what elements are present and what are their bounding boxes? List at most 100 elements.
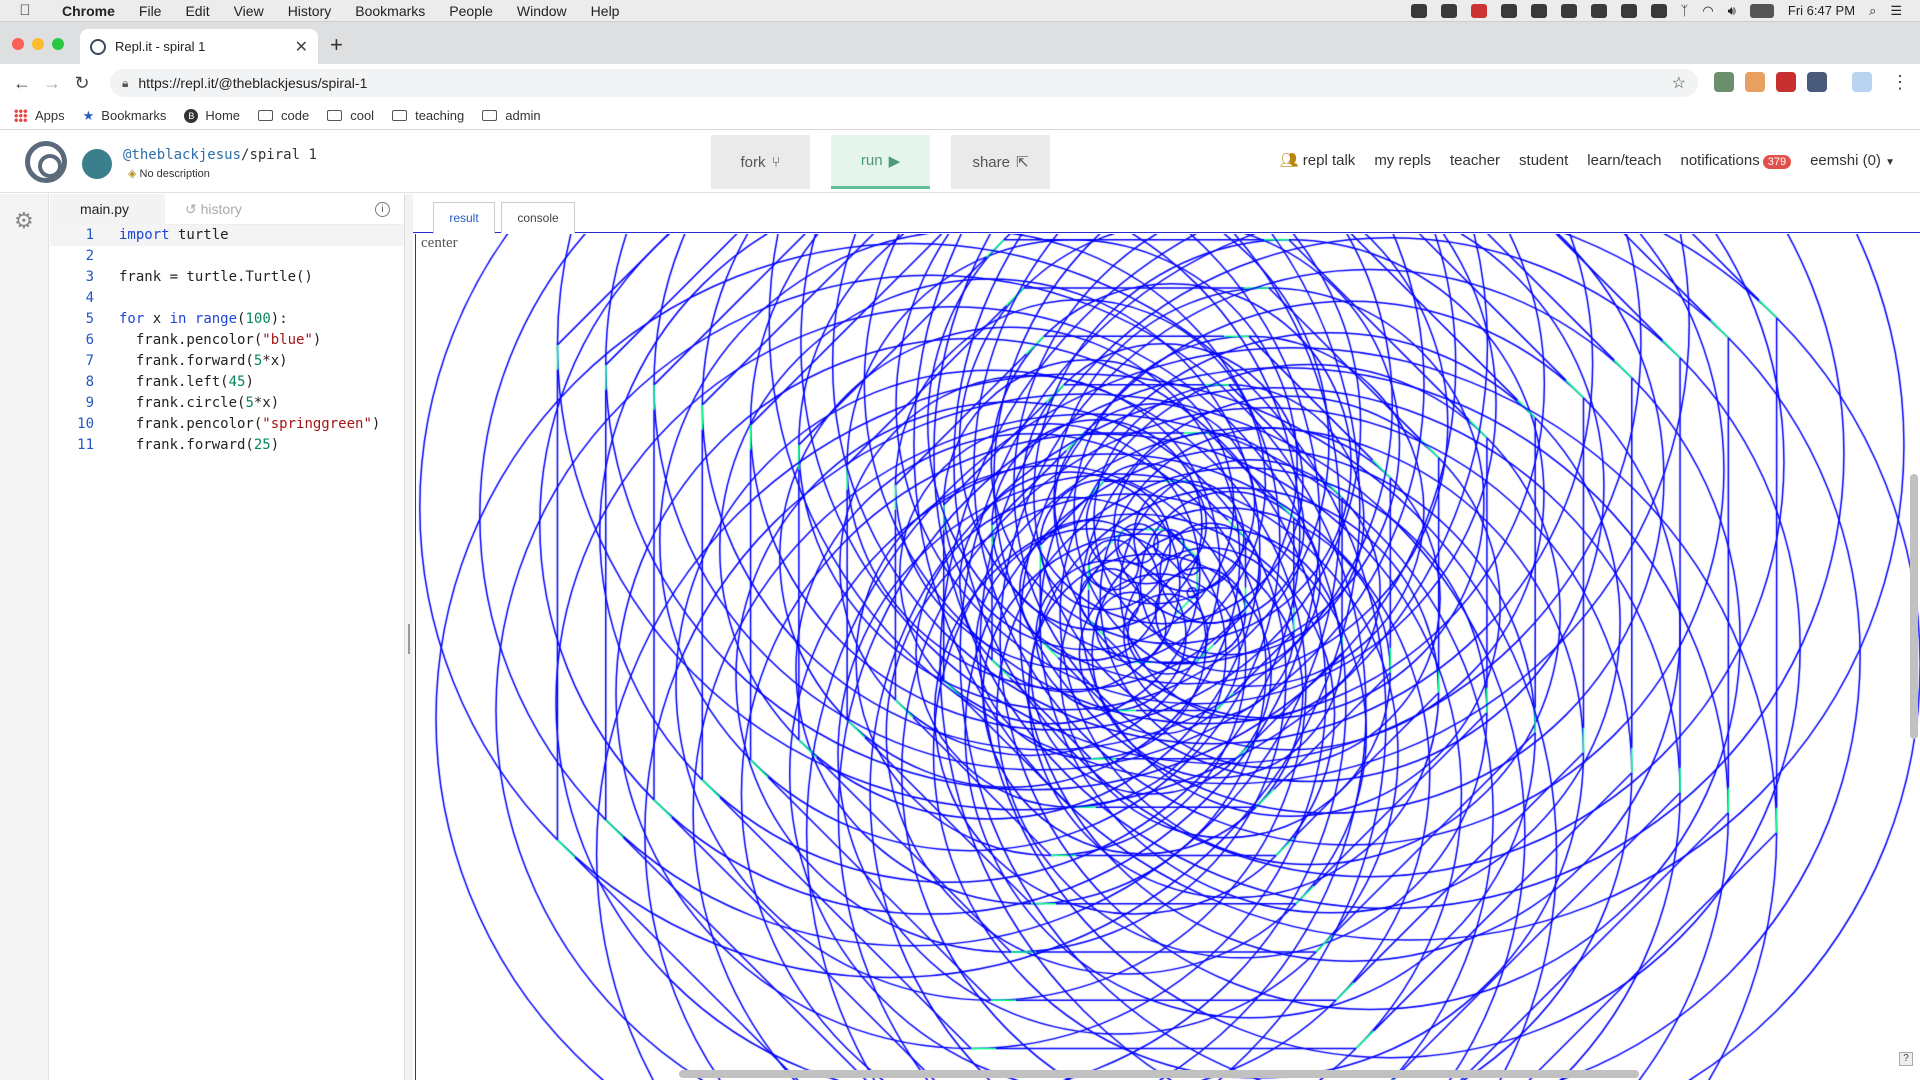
- menu-bookmarks[interactable]: Bookmarks: [343, 3, 437, 19]
- code-line[interactable]: 4: [50, 288, 404, 309]
- wifi-icon[interactable]: ◠: [1702, 3, 1713, 19]
- code-line[interactable]: 3 frank = turtle.Turtle(): [50, 267, 404, 288]
- sync-icon[interactable]: [1560, 3, 1577, 18]
- horizontal-scrollbar[interactable]: [679, 1070, 1639, 1078]
- extension-red-icon[interactable]: [1776, 72, 1796, 92]
- code-line[interactable]: 5 for x in range(100):: [50, 309, 404, 330]
- line-number: 7: [85, 353, 94, 369]
- chevron-down-icon: ▼: [1885, 156, 1895, 168]
- code-line[interactable]: 10 frank.pencolor("springgreen"): [50, 414, 404, 435]
- code-line[interactable]: 1 import turtle: [50, 225, 404, 246]
- output-tabs: result console: [413, 194, 1920, 234]
- menu-people[interactable]: People: [437, 3, 505, 19]
- help-icon[interactable]: ?: [1899, 1052, 1913, 1066]
- code-area[interactable]: 1 import turtle 2 3 frank = turtle.Turtle() 4…: [50, 225, 404, 456]
- clipboard-icon[interactable]: [1590, 3, 1607, 18]
- code-line[interactable]: 9 frank.circle(5*x): [50, 393, 404, 414]
- nav-teacher[interactable]: teacher: [1450, 152, 1500, 169]
- extension-blue-icon[interactable]: [1807, 72, 1827, 92]
- new-tab-icon[interactable]: +: [330, 32, 343, 58]
- code-line[interactable]: 7 frank.forward(5*x): [50, 351, 404, 372]
- nav-repl-talk[interactable]: 👥︎ repl talk: [1280, 151, 1356, 169]
- bookmark-cool[interactable]: cool: [327, 108, 374, 123]
- extension-eyedropper-icon[interactable]: [1714, 72, 1734, 92]
- apple-icon[interactable]: : [0, 2, 50, 19]
- pane-splitter[interactable]: [405, 194, 413, 1080]
- bookmark-star-icon[interactable]: ☆: [1672, 73, 1686, 93]
- nav-notifications[interactable]: notifications 379: [1680, 152, 1792, 169]
- window-close-icon[interactable]: [12, 38, 24, 50]
- chrome-menu-icon[interactable]: ⋮: [1885, 72, 1915, 93]
- window-zoom-icon[interactable]: [52, 38, 64, 50]
- tab-console[interactable]: console: [501, 202, 575, 233]
- repl-description[interactable]: ◈ No description: [128, 167, 210, 180]
- gear-icon[interactable]: ⚙: [14, 208, 34, 234]
- repl-owner-link[interactable]: @theblackjesus: [123, 147, 241, 163]
- address-bar[interactable]: 🔒︎ https://repl.it/@theblackjesus/spiral…: [110, 69, 1698, 97]
- bluetooth-icon[interactable]: ᛉ: [1681, 3, 1689, 18]
- nav-student[interactable]: student: [1519, 152, 1568, 169]
- creative-cloud-icon[interactable]: [1440, 3, 1457, 18]
- fork-icon: ⑂: [771, 153, 781, 171]
- top-nav: 👥︎ repl talk my repls teacher student le…: [1280, 151, 1895, 170]
- tab-result[interactable]: result: [433, 202, 495, 234]
- share-button[interactable]: share ⇱: [951, 135, 1050, 189]
- folder-icon: [482, 110, 498, 121]
- bookmark-code[interactable]: code: [258, 108, 309, 123]
- tab-history[interactable]: ↺ history: [165, 201, 242, 218]
- evernote-icon[interactable]: [1500, 3, 1517, 18]
- bookmark-admin[interactable]: admin: [482, 108, 541, 123]
- menu-window[interactable]: Window: [505, 3, 579, 19]
- notification-center-icon[interactable]: ☰: [1890, 3, 1902, 19]
- repl-name[interactable]: spiral 1: [249, 147, 316, 163]
- line-number: 2: [85, 248, 94, 264]
- dropbox-icon[interactable]: [1410, 3, 1427, 18]
- browser-tab[interactable]: Repl.it - spiral 1 ✕: [80, 29, 318, 64]
- nav-learn-teach[interactable]: learn/teach: [1587, 152, 1661, 169]
- bookmark-home[interactable]: B Home: [184, 108, 240, 123]
- avatar[interactable]: [82, 149, 112, 179]
- menu-app-name[interactable]: Chrome: [50, 3, 127, 19]
- turtle-canvas[interactable]: center ?: [415, 234, 1920, 1080]
- bookmark-label: teaching: [415, 108, 465, 123]
- tab-main-py[interactable]: main.py: [50, 193, 165, 225]
- tab-close-icon[interactable]: ✕: [295, 37, 308, 57]
- code-line[interactable]: 6 frank.pencolor("blue"): [50, 330, 404, 351]
- replit-logo-icon[interactable]: [25, 141, 67, 183]
- bookmark-label: code: [281, 108, 310, 123]
- clock[interactable]: Fri 6:47 PM: [1788, 3, 1855, 18]
- code-line[interactable]: 2: [50, 246, 404, 267]
- extension-mailbox-icon[interactable]: [1745, 72, 1765, 92]
- code-line[interactable]: 11 frank.forward(25): [50, 435, 404, 456]
- account-menu[interactable]: eemshi (0) ▼: [1810, 152, 1895, 169]
- extension-butterfly-icon[interactable]: [1852, 72, 1872, 92]
- airplay-icon[interactable]: [1620, 3, 1637, 18]
- menu-edit[interactable]: Edit: [173, 3, 221, 19]
- back-arrow-icon[interactable]: ←: [7, 73, 37, 94]
- bookmark-bookmarks[interactable]: ★ Bookmarks: [83, 108, 167, 124]
- battery-icon[interactable]: [1749, 3, 1774, 18]
- menu-history[interactable]: History: [276, 3, 344, 19]
- app-red-icon[interactable]: [1470, 3, 1487, 18]
- bookmark-teaching[interactable]: teaching: [392, 108, 464, 123]
- time-machine-icon[interactable]: [1650, 3, 1667, 18]
- nav-my-repls[interactable]: my repls: [1374, 152, 1431, 169]
- canvas-center-label: center: [421, 235, 458, 251]
- menu-view[interactable]: View: [222, 3, 276, 19]
- vertical-scrollbar[interactable]: [1910, 474, 1918, 739]
- menu-help[interactable]: Help: [579, 3, 632, 19]
- volume-icon[interactable]: 🔊︎: [1728, 3, 1736, 19]
- keyboard-icon[interactable]: [1530, 3, 1547, 18]
- window-minimize-icon[interactable]: [32, 38, 44, 50]
- forward-arrow-icon[interactable]: →: [37, 73, 67, 94]
- code-line[interactable]: 8 frank.left(45): [50, 372, 404, 393]
- fork-button[interactable]: fork ⑂: [711, 135, 810, 189]
- info-icon[interactable]: i: [375, 201, 390, 217]
- bookmark-apps[interactable]: Apps: [14, 108, 65, 123]
- reload-icon[interactable]: ↻: [67, 73, 97, 94]
- run-button[interactable]: run ▶: [831, 135, 930, 189]
- menu-file[interactable]: File: [127, 3, 174, 19]
- spotlight-search-icon[interactable]: ⌕: [1869, 3, 1876, 19]
